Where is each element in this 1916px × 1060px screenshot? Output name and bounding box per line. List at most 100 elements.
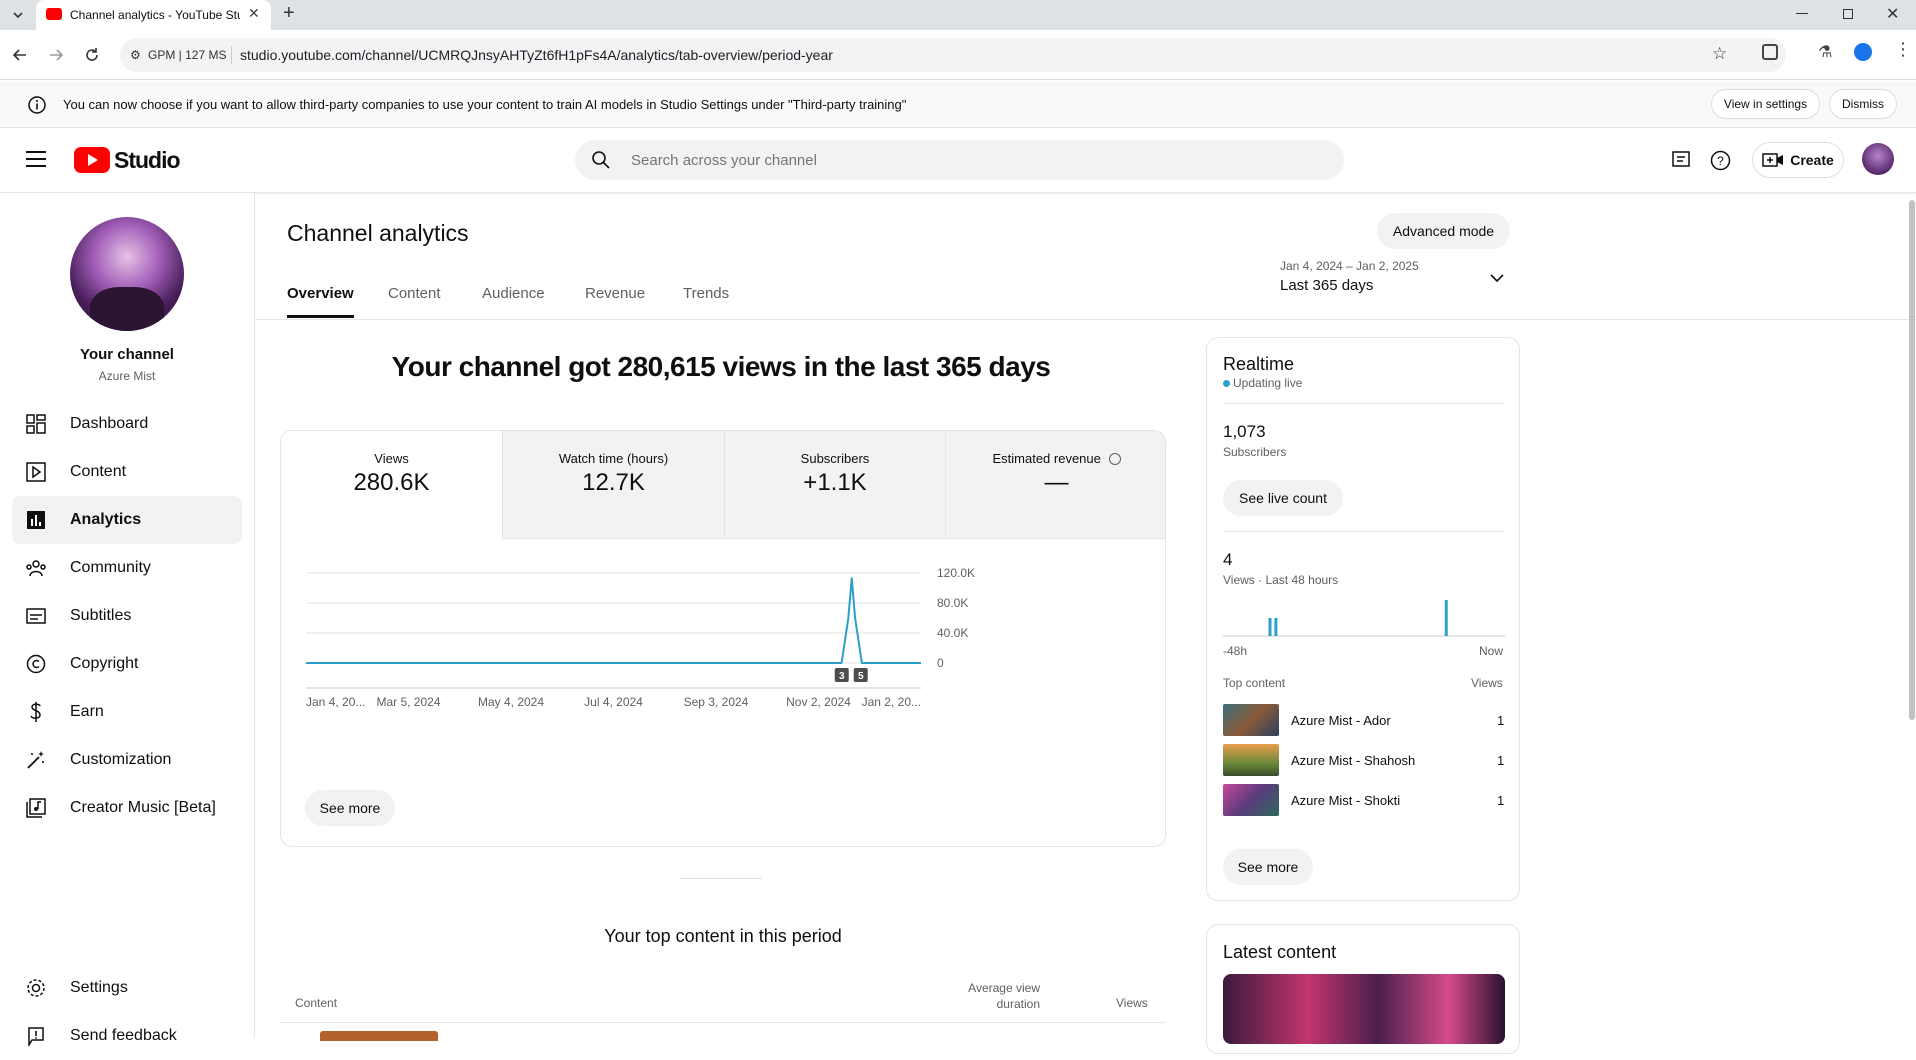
tab-overview[interactable]: Overview xyxy=(287,285,354,318)
dismiss-button[interactable]: Dismiss xyxy=(1829,89,1897,119)
video-views: 1 xyxy=(1497,793,1505,808)
metric-watch-time[interactable]: Watch time (hours) 12.7K xyxy=(502,431,724,539)
see-more-label: See more xyxy=(319,800,381,816)
tab-revenue[interactable]: Revenue xyxy=(585,285,645,302)
sidebar-item-subtitles[interactable]: Subtitles xyxy=(12,592,242,640)
tab-label: Trends xyxy=(683,285,730,302)
col-header-content: Content xyxy=(295,996,338,1010)
new-tab-icon[interactable]: + xyxy=(283,2,295,25)
metric-estimated-revenue[interactable]: Estimated revenue — xyxy=(945,431,1165,539)
live-dot-icon xyxy=(1223,380,1230,387)
forward-icon[interactable] xyxy=(48,47,64,63)
period-label: Last 365 days xyxy=(1280,277,1374,294)
advanced-mode-button[interactable]: Advanced mode xyxy=(1377,213,1510,249)
back-icon[interactable] xyxy=(12,47,28,63)
url-text[interactable]: studio.youtube.com/channel/UCMRQJnsyAHTy… xyxy=(240,47,833,63)
tab-content[interactable]: Content xyxy=(388,285,441,302)
realtime-bar xyxy=(1268,618,1272,636)
channel-search[interactable] xyxy=(575,140,1344,180)
tabs-divider xyxy=(256,319,1916,320)
channel-avatar[interactable] xyxy=(70,217,184,331)
tab-close-icon[interactable]: ✕ xyxy=(248,5,260,22)
sidebar-item-label: Analytics xyxy=(70,511,142,528)
realtime-axis-end: Now xyxy=(1479,644,1504,658)
tab-label: Content xyxy=(388,285,441,302)
sidebar-item-label: Dashboard xyxy=(70,415,149,432)
subtitles-icon xyxy=(24,604,48,628)
copyright-icon xyxy=(24,652,48,676)
sidebar-item-send-feedback[interactable]: Send feedback xyxy=(12,1012,242,1060)
metric-value: — xyxy=(1044,469,1069,496)
see-live-count-button[interactable]: See live count xyxy=(1223,480,1343,516)
sidebar-item-community[interactable]: Community xyxy=(12,544,242,592)
metric-label: Watch time (hours) xyxy=(558,451,669,466)
sidebar-item-label: Settings xyxy=(70,979,128,996)
series-line xyxy=(306,577,921,664)
latest-content-title: Latest content xyxy=(1223,942,1337,962)
sidebar-item-dashboard[interactable]: Dashboard xyxy=(12,400,242,448)
see-more-button[interactable]: See more xyxy=(305,790,395,826)
banner-text: You can now choose if you want to allow … xyxy=(63,97,907,112)
list-item[interactable]: Azure Mist - Ador 1 xyxy=(1223,704,1505,736)
realtime-status: Updating live xyxy=(1233,376,1303,390)
tab-channel-analytics[interactable]: Channel analytics - YouTube Stu ✕ xyxy=(36,0,271,30)
date-range-label: Jan 4, 2024 – Jan 2, 2025 xyxy=(1280,259,1419,273)
y-tick-label: 120.0K xyxy=(937,566,975,580)
y-tick-label: 40.0K xyxy=(937,626,968,640)
tab-trends[interactable]: Trends xyxy=(683,285,729,302)
sidebar-item-content[interactable]: Content xyxy=(12,448,242,496)
metric-label-text: Estimated revenue xyxy=(992,451,1101,466)
col-header-avg-duration-line1: Average view xyxy=(968,981,1040,995)
community-icon xyxy=(24,556,48,580)
realtime-divider-1 xyxy=(1223,403,1505,404)
sidebar-item-settings[interactable]: Settings xyxy=(12,964,242,1012)
studio-logo-text: Studio xyxy=(114,146,181,173)
list-item[interactable]: Azure Mist - Shokti 1 xyxy=(1223,784,1505,816)
site-info-label[interactable]: GPM | 127 MS xyxy=(148,48,226,62)
view-in-settings-button[interactable]: View in settings xyxy=(1711,89,1820,119)
profile-avatar-icon[interactable] xyxy=(1854,43,1872,61)
sidebar-item-analytics[interactable]: Analytics xyxy=(12,496,242,544)
restore-icon[interactable] xyxy=(1843,9,1853,19)
metric-subscribers[interactable]: Subscribers +1.1K xyxy=(724,431,945,539)
sidebar-item-creator-music[interactable]: Creator Music [Beta] xyxy=(12,784,242,832)
list-item[interactable]: Azure Mist - Shahosh 1 xyxy=(1223,744,1505,776)
labs-icon[interactable]: ⚗ xyxy=(1818,42,1832,62)
top-content-thumbnail[interactable] xyxy=(320,1031,438,1041)
browser-menu-icon[interactable]: ⋮ xyxy=(1894,40,1912,58)
sidebar-item-label: Send feedback xyxy=(70,1027,177,1044)
sidebar-item-label: Creator Music [Beta] xyxy=(70,799,216,816)
x-tick-label: Sep 3, 2024 xyxy=(684,695,749,709)
metric-label: Estimated revenue xyxy=(946,451,1165,466)
realtime-divider-2 xyxy=(1223,531,1505,532)
page-scrollbar[interactable] xyxy=(1909,200,1915,720)
feedback-messages-icon[interactable] xyxy=(1671,150,1691,170)
extensions-icon[interactable] xyxy=(1762,44,1778,60)
date-range-picker[interactable]: Jan 4, 2024 – Jan 2, 2025 Last 365 days xyxy=(1280,259,1520,299)
sidebar-item-customization[interactable]: Customization xyxy=(12,736,242,784)
metric-views[interactable]: Views 280.6K xyxy=(281,431,502,539)
chevron-down-icon xyxy=(1490,274,1504,283)
help-icon[interactable]: ? xyxy=(1710,150,1731,171)
video-title: Azure Mist - Shokti xyxy=(1291,793,1401,808)
sidebar-item-copyright[interactable]: Copyright xyxy=(12,640,242,688)
channel-name: Azure Mist xyxy=(98,369,156,383)
hamburger-menu-icon[interactable] xyxy=(26,150,46,168)
bookmark-star-icon[interactable]: ☆ xyxy=(1712,44,1727,64)
close-window-icon[interactable]: ✕ xyxy=(1886,4,1899,24)
account-avatar[interactable] xyxy=(1862,143,1894,175)
tab-audience[interactable]: Audience xyxy=(482,285,545,302)
sidebar-item-earn[interactable]: Earn xyxy=(12,688,242,736)
create-button[interactable]: Create xyxy=(1752,142,1844,178)
create-label: Create xyxy=(1790,152,1834,168)
latest-content-thumbnail[interactable] xyxy=(1223,974,1505,1044)
search-input[interactable] xyxy=(631,149,1311,171)
site-info-icon[interactable]: ⚙ xyxy=(130,48,141,62)
feedback-icon xyxy=(24,1024,48,1048)
tab-search-button[interactable] xyxy=(8,5,28,25)
minimize-icon[interactable] xyxy=(1796,13,1808,14)
realtime-see-more-button[interactable]: See more xyxy=(1223,849,1313,885)
omnibox[interactable]: ⚙ GPM | 127 MS studio.youtube.com/channe… xyxy=(120,38,1786,72)
reload-icon[interactable] xyxy=(84,47,100,63)
studio-logo[interactable]: Studio xyxy=(74,146,181,174)
